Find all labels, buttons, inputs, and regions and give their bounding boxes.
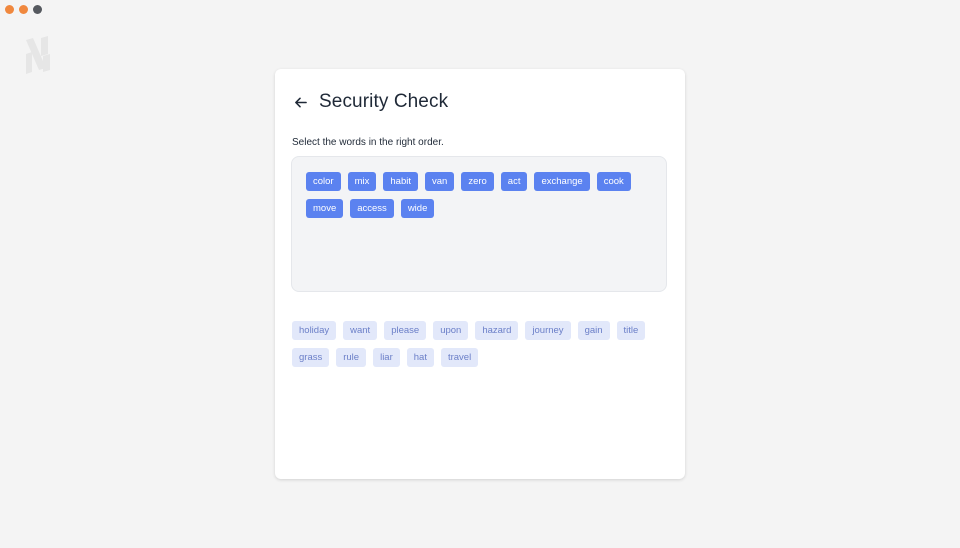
instructions-text: Select the words in the right order. [292, 137, 444, 148]
available-word-chip[interactable]: hat [406, 348, 434, 367]
available-word-chip[interactable]: upon [433, 321, 469, 340]
selected-word-chip[interactable]: van [424, 172, 455, 191]
window-maximize-dot[interactable] [33, 5, 42, 14]
available-word-chip[interactable]: travel [440, 348, 479, 367]
window-controls [5, 5, 42, 14]
selected-word-chip[interactable]: exchange [534, 172, 590, 191]
window-close-dot[interactable] [5, 5, 14, 14]
available-word-chip[interactable]: hazard [475, 321, 519, 340]
selected-word-chip[interactable]: move [306, 199, 344, 218]
security-check-card: Security Check Select the words in the r… [275, 69, 685, 479]
selected-word-chip[interactable]: act [500, 172, 528, 191]
available-word-chip[interactable]: liar [373, 348, 400, 367]
available-words-area: holiday want please upon hazard journey gain ti… [292, 321, 668, 367]
back-button[interactable] [291, 93, 309, 111]
available-word-chip[interactable]: title [616, 321, 646, 340]
selected-word-chip[interactable]: habit [383, 172, 418, 191]
app-logo [26, 36, 50, 74]
available-words-list: holiday want please upon hazard journey gain ti… [292, 321, 668, 367]
available-word-chip[interactable]: gain [577, 321, 610, 340]
available-word-chip[interactable]: rule [336, 348, 367, 367]
arrow-left-icon [294, 97, 307, 107]
selected-word-chip[interactable]: access [350, 199, 394, 218]
window-minimize-dot[interactable] [19, 5, 28, 14]
selected-word-chip[interactable]: zero [461, 172, 494, 191]
selected-word-chip[interactable]: wide [400, 199, 435, 218]
selected-word-chip[interactable]: cook [596, 172, 631, 191]
page-title: Security Check [319, 91, 449, 112]
selected-word-chip[interactable]: color [306, 172, 341, 191]
selected-words-list: color mix habit van zero act exchange cook move a… [306, 172, 652, 218]
available-word-chip[interactable]: holiday [292, 321, 337, 340]
available-word-chip[interactable]: grass [292, 348, 330, 367]
available-word-chip[interactable]: want [343, 321, 378, 340]
selected-words-area[interactable]: color mix habit van zero act exchange cook move a… [291, 156, 667, 292]
card-header: Security Check [291, 91, 448, 113]
available-word-chip[interactable]: please [384, 321, 427, 340]
available-word-chip[interactable]: journey [525, 321, 571, 340]
selected-word-chip[interactable]: mix [347, 172, 377, 191]
